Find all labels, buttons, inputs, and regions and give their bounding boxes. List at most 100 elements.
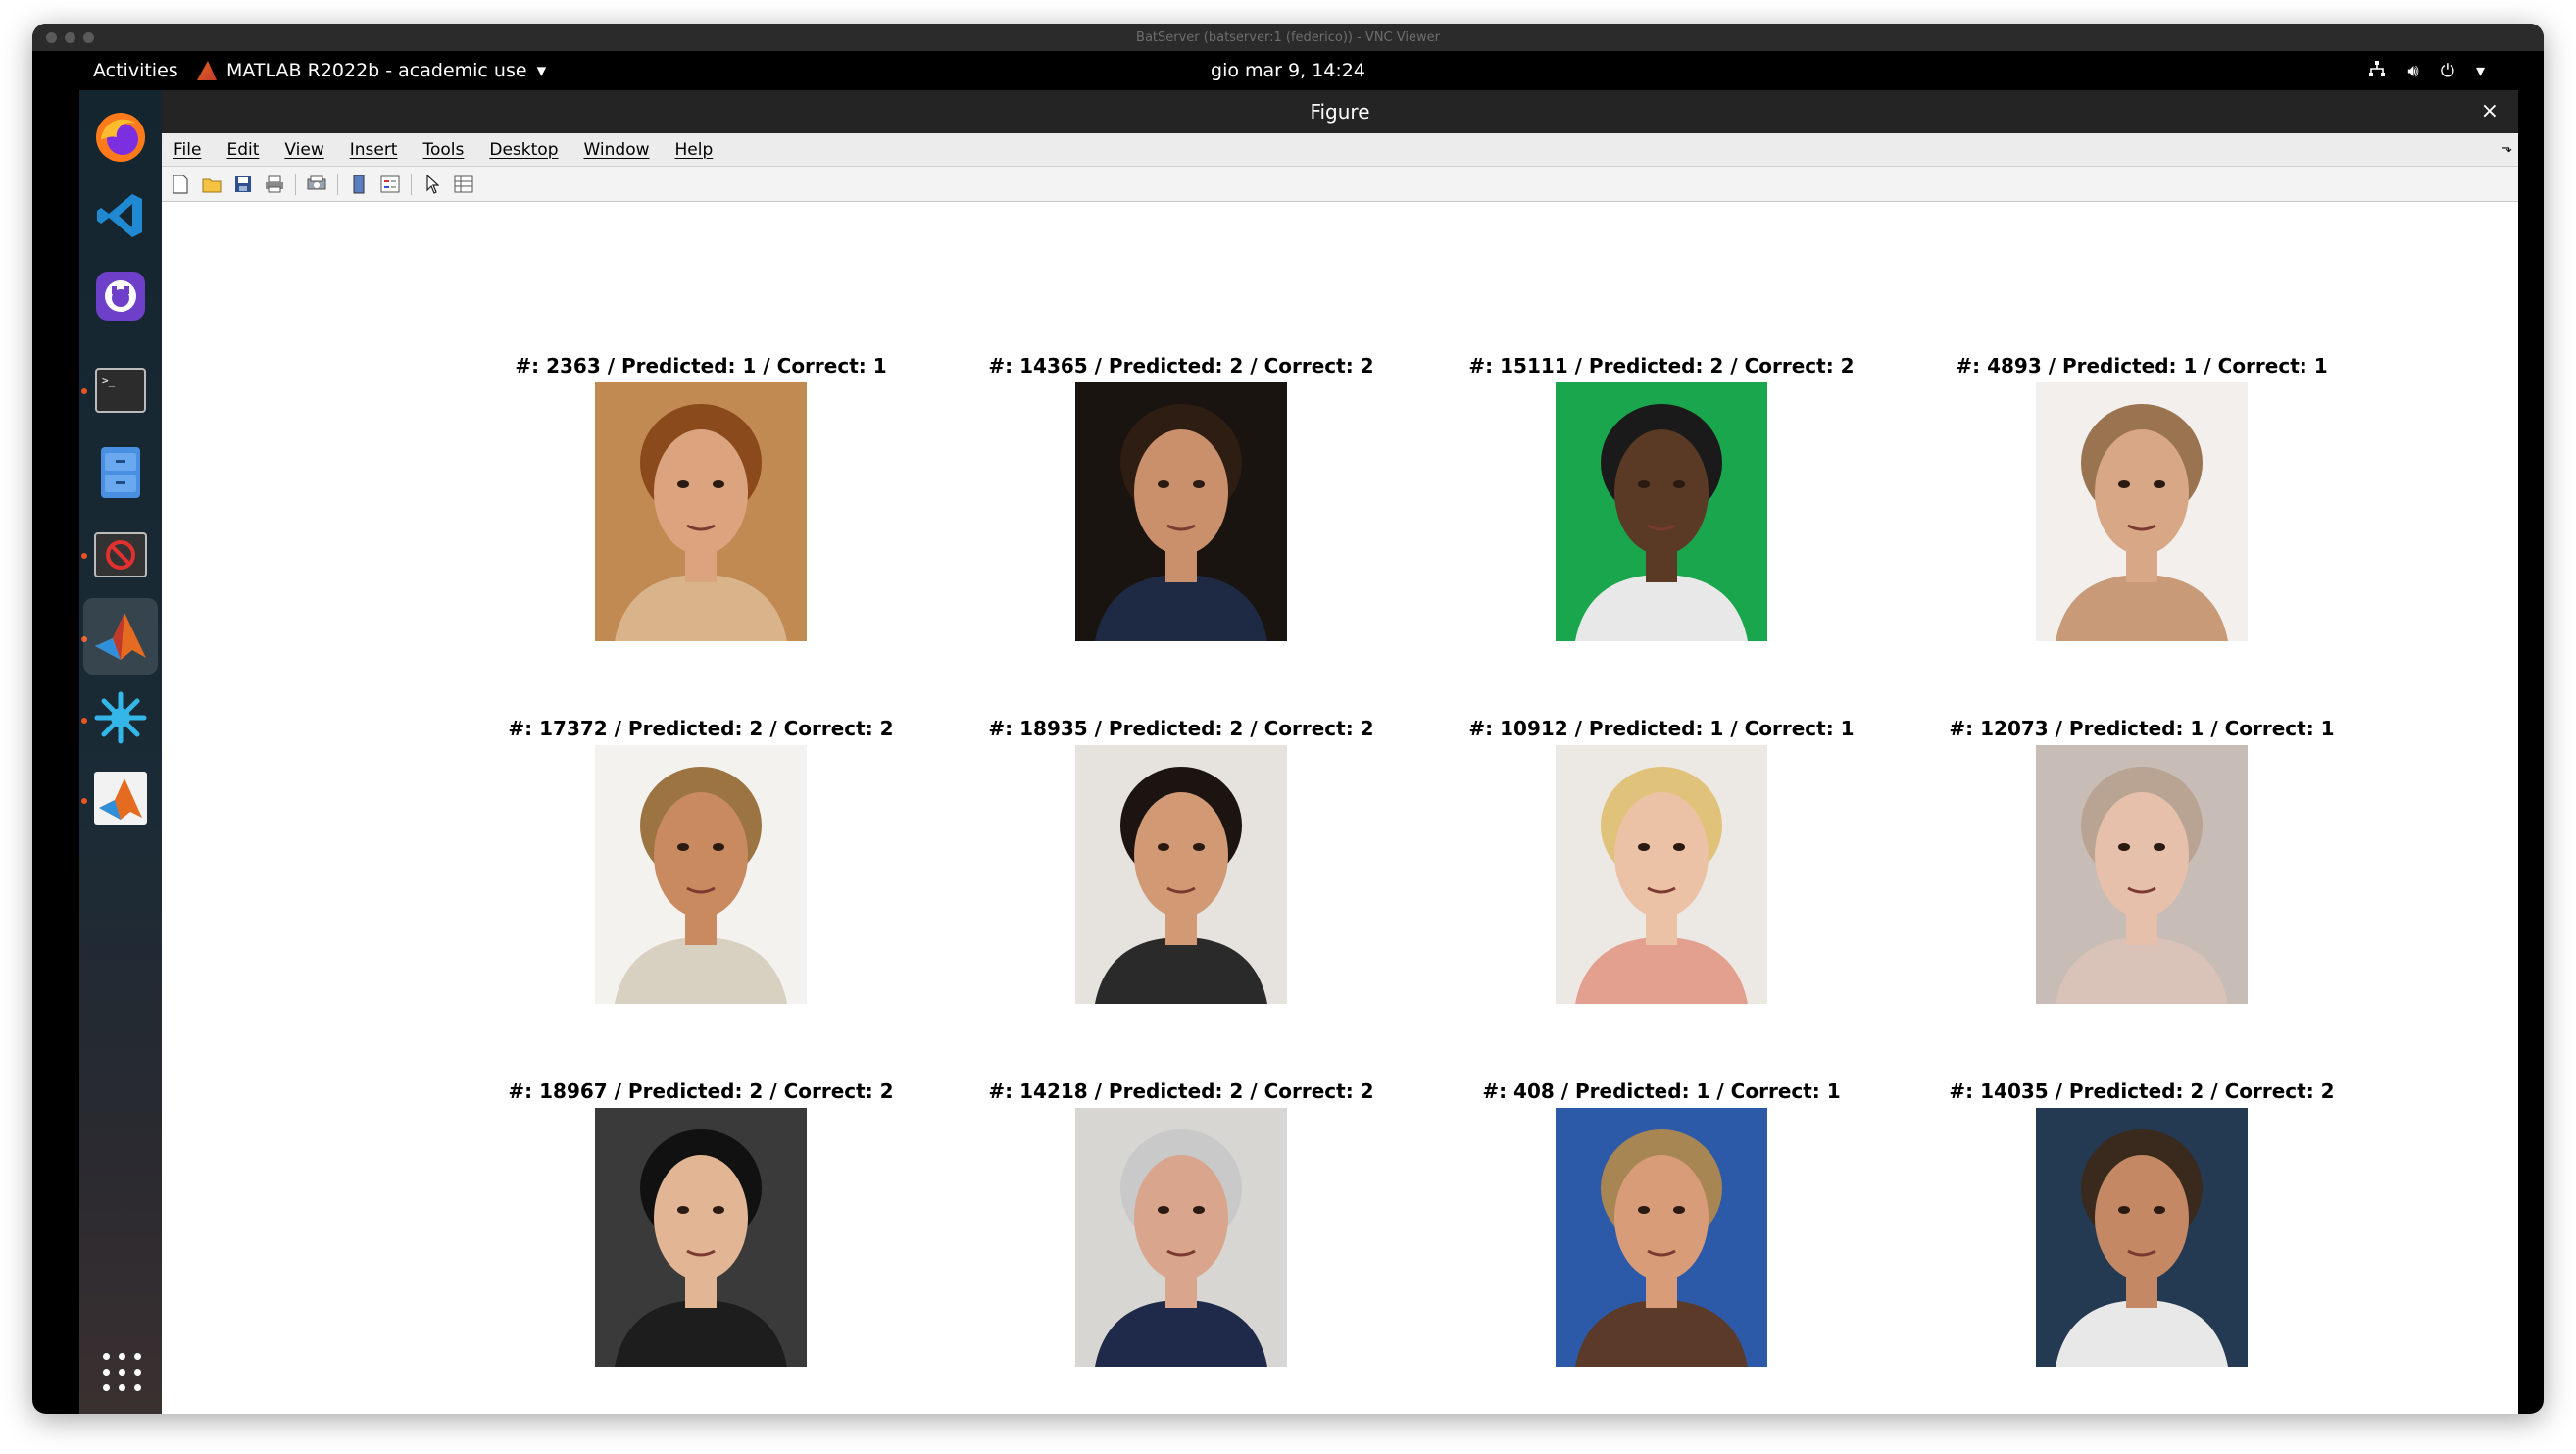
menu-window[interactable]: Window [583,140,649,160]
menu-desktop[interactable]: Desktop [489,140,558,160]
face-image [2036,745,2248,1004]
save-icon[interactable] [232,174,254,195]
photo-eye-left [677,1206,689,1214]
face-image [2036,382,2248,641]
pointer-icon[interactable] [421,174,443,195]
gnome-top-bar: Activities MATLAB R2022b - academic use … [32,51,2544,90]
menu-file[interactable]: File [173,140,201,160]
matlab-icon [197,61,217,80]
open-file-icon[interactable] [201,174,223,195]
menu-edit[interactable]: Edit [226,140,259,160]
photo-eye-right [713,843,724,851]
star-app-icon[interactable] [93,690,148,745]
chevron-down-icon: ▾ [536,60,547,81]
figure-canvas[interactable]: #: 2363 / Predicted: 1 / Correct: 1 #: 1… [162,202,2518,1414]
photo-eye-right [1193,480,1205,488]
photo-eye-right [713,480,724,488]
property-editor-icon[interactable] [453,174,474,195]
face-image [1556,745,1767,1004]
subplot: #: 14365 / Predicted: 2 / Correct: 2 [966,353,1397,641]
matlab-alt-icon[interactable] [93,771,148,826]
figure-menubar: File Edit View Insert Tools Desktop Wind… [162,133,2518,167]
print-icon[interactable] [264,174,285,195]
colorbar-icon[interactable] [348,174,370,195]
activities-button[interactable]: Activities [93,60,178,81]
new-figure-icon[interactable] [170,174,191,195]
menu-help[interactable]: Help [675,140,714,160]
subplot-title: #: 18935 / Predicted: 2 / Correct: 2 [988,717,1374,740]
photo-eye-right [1673,1206,1685,1214]
face-image [595,745,807,1004]
legend-icon[interactable] [379,174,401,195]
photo-eye-right [2154,1206,2165,1214]
face-image [595,1108,807,1367]
subplot: #: 408 / Predicted: 1 / Correct: 1 [1446,1078,1877,1367]
volume-icon: 🔊︎ [2407,61,2419,81]
minimize-window-button[interactable] [65,32,75,43]
photo-face [2095,1155,2189,1280]
github-desktop-icon[interactable] [93,269,148,324]
face-image [2036,1108,2248,1367]
menu-view[interactable]: View [284,140,323,160]
network-icon [2368,60,2386,82]
toolbar-separator [295,173,296,195]
figure-titlebar: Figure × [162,90,2518,133]
photo-face [1134,1155,1228,1280]
photo-eye-right [1193,843,1205,851]
chevron-down-icon: ▾ [2475,61,2485,81]
figure-toolbar [162,167,2518,202]
photo-eye-left [2118,480,2130,488]
face-image [1556,382,1767,641]
terminal-icon[interactable]: >_ [93,363,148,418]
subplot: #: 4893 / Predicted: 1 / Correct: 1 [1926,353,2357,641]
photo-face [654,429,748,555]
subplot: #: 10912 / Predicted: 1 / Correct: 1 [1446,716,1877,1004]
menu-tools[interactable]: Tools [422,140,464,160]
toolbar-separator [411,173,412,195]
subplot-title: #: 14365 / Predicted: 2 / Correct: 2 [988,354,1374,377]
face-image [1556,1108,1767,1367]
subplot: #: 14035 / Predicted: 2 / Correct: 2 [1926,1078,2357,1367]
app-menu-label: MATLAB R2022b - academic use [226,60,527,81]
close-window-button[interactable] [46,32,57,43]
subplot-title: #: 10912 / Predicted: 1 / Correct: 1 [1468,717,1855,740]
photo-face [1614,792,1709,918]
close-figure-button[interactable]: × [2481,99,2499,124]
expand-toolbar-icon[interactable]: ⬎ [2502,141,2512,156]
running-indicator [81,553,87,559]
photo-eye-left [2118,843,2130,851]
subplot: #: 14218 / Predicted: 2 / Correct: 2 [966,1078,1397,1367]
system-tray[interactable]: 🔊︎ ⏻ ▾ [2368,60,2485,82]
subplot-title: #: 12073 / Predicted: 1 / Correct: 1 [1949,717,2335,740]
file-cabinet-icon[interactable] [93,445,148,500]
svg-text:>_: >_ [102,375,116,387]
matlab-icon[interactable] [83,598,158,675]
firefox-icon[interactable] [93,110,148,165]
face-image [1075,745,1287,1004]
subplot: #: 12073 / Predicted: 1 / Correct: 1 [1926,716,2357,1004]
subplot-title: #: 17372 / Predicted: 2 / Correct: 2 [508,717,894,740]
show-apps-icon[interactable] [103,1353,142,1392]
photo-eye-right [2154,480,2165,488]
face-image [595,382,807,641]
app-menu[interactable]: MATLAB R2022b - academic use ▾ [197,60,546,81]
window-controls[interactable] [46,32,94,43]
photo-eye-left [1158,843,1169,851]
subplot-title: #: 18967 / Predicted: 2 / Correct: 2 [508,1079,894,1103]
photo-eye-left [677,843,689,851]
photo-face [654,1155,748,1280]
toolbar-separator [337,173,338,195]
clock[interactable]: gio mar 9, 14:24 [1211,60,1365,81]
figure-title: Figure [1310,100,1370,124]
subplot: #: 2363 / Predicted: 1 / Correct: 1 [485,353,916,641]
stop-app-icon[interactable] [93,527,148,582]
print-preview-icon[interactable] [306,174,327,195]
vscode-icon[interactable] [93,188,148,243]
menu-insert[interactable]: Insert [350,140,398,160]
photo-face [1614,1155,1709,1280]
zoom-window-button[interactable] [83,32,94,43]
photo-eye-left [677,480,689,488]
subplot-title: #: 14218 / Predicted: 2 / Correct: 2 [988,1079,1374,1103]
photo-face [1134,429,1228,555]
matlab-figure-window: Figure × File Edit View Insert Tools Des… [162,90,2518,1414]
